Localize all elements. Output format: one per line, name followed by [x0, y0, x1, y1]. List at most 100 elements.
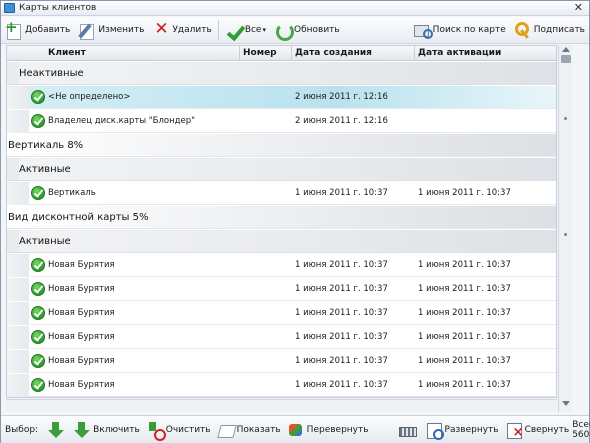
table-row[interactable]: Вертикаль 1 июня 2011 г. 10:37 1 июня 20…	[7, 182, 556, 205]
expand-button[interactable]: Развернуть	[422, 418, 502, 442]
row-indent	[7, 350, 29, 373]
scroll-up-icon[interactable]	[562, 47, 570, 52]
column-divider[interactable]	[291, 46, 292, 61]
scroll-down-icon[interactable]	[562, 401, 570, 406]
cell-client: Вертикаль	[48, 188, 96, 198]
cell-client: Новая Бурятия	[48, 284, 115, 294]
window-title: Карты клиентов	[19, 3, 97, 13]
cell-client: <Не определено>	[48, 92, 131, 102]
vertical-scrollbar[interactable]	[558, 45, 572, 412]
close-icon[interactable]: ✕	[574, 1, 583, 15]
cell-client: Новая Бурятия	[48, 308, 115, 318]
group-row-vertical[interactable]: Вертикаль 8%	[7, 134, 556, 157]
edit-card-icon	[78, 21, 96, 40]
select-down-button[interactable]	[44, 418, 70, 442]
column-header-client[interactable]: Клиент	[48, 48, 86, 58]
scroll-grip-icon	[564, 233, 567, 236]
selection-bar: Выбор: Включить Очистить Показать Переве…	[1, 415, 590, 443]
active-check-icon	[31, 258, 45, 272]
column-divider[interactable]	[239, 46, 240, 61]
cell-activated: 1 июня 2011 г. 10:37	[418, 188, 511, 198]
collapse-button[interactable]: Свернуть	[502, 418, 573, 442]
row-indent	[7, 302, 29, 325]
cell-client: Новая Бурятия	[48, 356, 115, 366]
clear-button[interactable]: Очистить	[143, 418, 214, 442]
group-label: Активные	[19, 235, 71, 247]
row-indent	[7, 278, 29, 301]
active-check-icon	[31, 330, 45, 344]
clear-selection-icon	[146, 421, 166, 441]
invert-button[interactable]: Перевернуть	[284, 418, 372, 442]
column-header-created[interactable]: Дата создания	[295, 48, 372, 58]
group-row-inactive[interactable]: Неактивные	[7, 62, 556, 85]
group-row-card-type[interactable]: Вид дисконтной карты 5%	[7, 206, 556, 229]
active-check-icon	[31, 90, 45, 104]
group-indent	[7, 158, 19, 180]
table-row[interactable]: Новая Бурятия 1 июня 2011 г. 10:37 1 июн…	[7, 350, 556, 373]
keyboard-button[interactable]	[394, 418, 422, 442]
cell-created: 1 июня 2011 г. 10:37	[295, 380, 388, 390]
group-label: Вертикаль 8%	[8, 139, 84, 151]
active-check-icon	[31, 186, 45, 200]
table-row[interactable]: <Не определено> 2 июня 2011 г. 12:16	[7, 86, 556, 109]
show-button-label: Показать	[236, 424, 281, 435]
active-check-icon	[31, 378, 45, 392]
delete-icon: ✕	[154, 19, 172, 39]
enable-button[interactable]: Включить	[70, 418, 143, 442]
group-row-active[interactable]: Активные	[7, 230, 556, 253]
active-check-icon	[31, 354, 45, 368]
edit-button[interactable]: Изменить	[74, 18, 148, 42]
table-row[interactable]: Новая Бурятия 1 июня 2011 г. 10:37 1 июн…	[7, 374, 556, 397]
sign-button[interactable]: Подписать	[510, 18, 589, 42]
cell-activated: 1 июня 2011 г. 10:37	[418, 260, 511, 270]
keyboard-icon	[397, 421, 417, 439]
delete-button[interactable]: ✕ Удалить	[148, 18, 215, 42]
cell-activated: 1 июня 2011 г. 10:37	[418, 356, 511, 366]
refresh-icon	[274, 21, 294, 41]
table-row[interactable]: Новая Бурятия 1 июня 2011 г. 10:37 1 июн…	[7, 326, 556, 349]
refresh-button[interactable]: Обновить	[270, 18, 344, 42]
cell-client: Новая Бурятия	[48, 380, 115, 390]
cell-client: Новая Бурятия	[48, 260, 115, 270]
expand-button-label: Развернуть	[444, 424, 499, 435]
toolbar: Добавить Изменить ✕ Удалить Все ▾ Обнови…	[1, 17, 589, 44]
add-button[interactable]: Добавить	[1, 18, 74, 42]
add-button-label: Добавить	[25, 25, 71, 35]
cell-created: 2 июня 2011 г. 12:16	[295, 116, 388, 126]
sign-button-label: Подписать	[533, 25, 585, 35]
row-indent	[7, 374, 29, 397]
cell-created: 1 июня 2011 г. 10:37	[295, 308, 388, 318]
cell-client: Новая Бурятия	[48, 332, 115, 342]
horizontal-scrollbar[interactable]	[6, 399, 557, 411]
show-button[interactable]: Показать	[214, 418, 284, 442]
scrollbar-thumb[interactable]	[561, 55, 571, 63]
invert-button-label: Перевернуть	[306, 424, 369, 435]
column-divider[interactable]	[414, 46, 415, 61]
map-search-button[interactable]: Поиск по карте	[409, 18, 510, 42]
group-label: Неактивные	[19, 67, 84, 79]
column-header-activated[interactable]: Дата активации	[418, 48, 501, 58]
edit-button-label: Изменить	[98, 25, 145, 35]
title-bar: Карты клиентов ✕	[1, 1, 589, 16]
table-row[interactable]: Новая Бурятия 1 июня 2011 г. 10:37 1 июн…	[7, 254, 556, 277]
row-indent	[7, 110, 29, 133]
app-icon	[4, 3, 15, 13]
keys-icon	[514, 21, 532, 39]
selection-label: Выбор:	[5, 424, 39, 435]
cell-activated: 1 июня 2011 г. 10:37	[418, 380, 511, 390]
table-row[interactable]: Новая Бурятия 1 июня 2011 г. 10:37 1 июн…	[7, 302, 556, 325]
group-row-active[interactable]: Активные	[7, 158, 556, 181]
cell-client: Владелец диск.карты "Блондер"	[48, 116, 196, 126]
cell-created: 1 июня 2011 г. 10:37	[295, 332, 388, 342]
toolbar-separator	[217, 20, 219, 40]
all-dropdown-button[interactable]: Все ▾	[221, 18, 270, 42]
cell-created: 1 июня 2011 г. 10:37	[295, 356, 388, 366]
clear-button-label: Очистить	[165, 424, 211, 435]
delete-button-label: Удалить	[172, 25, 212, 35]
column-header-number[interactable]: Номер	[243, 48, 277, 58]
table-row[interactable]: Новая Бурятия 1 июня 2011 г. 10:37 1 июн…	[7, 278, 556, 301]
table-row[interactable]: Владелец диск.карты "Блондер" 2 июня 201…	[7, 110, 556, 133]
show-page-icon	[217, 421, 235, 439]
collapse-icon	[505, 421, 523, 440]
group-label: Вид дисконтной карты 5%	[8, 211, 149, 223]
